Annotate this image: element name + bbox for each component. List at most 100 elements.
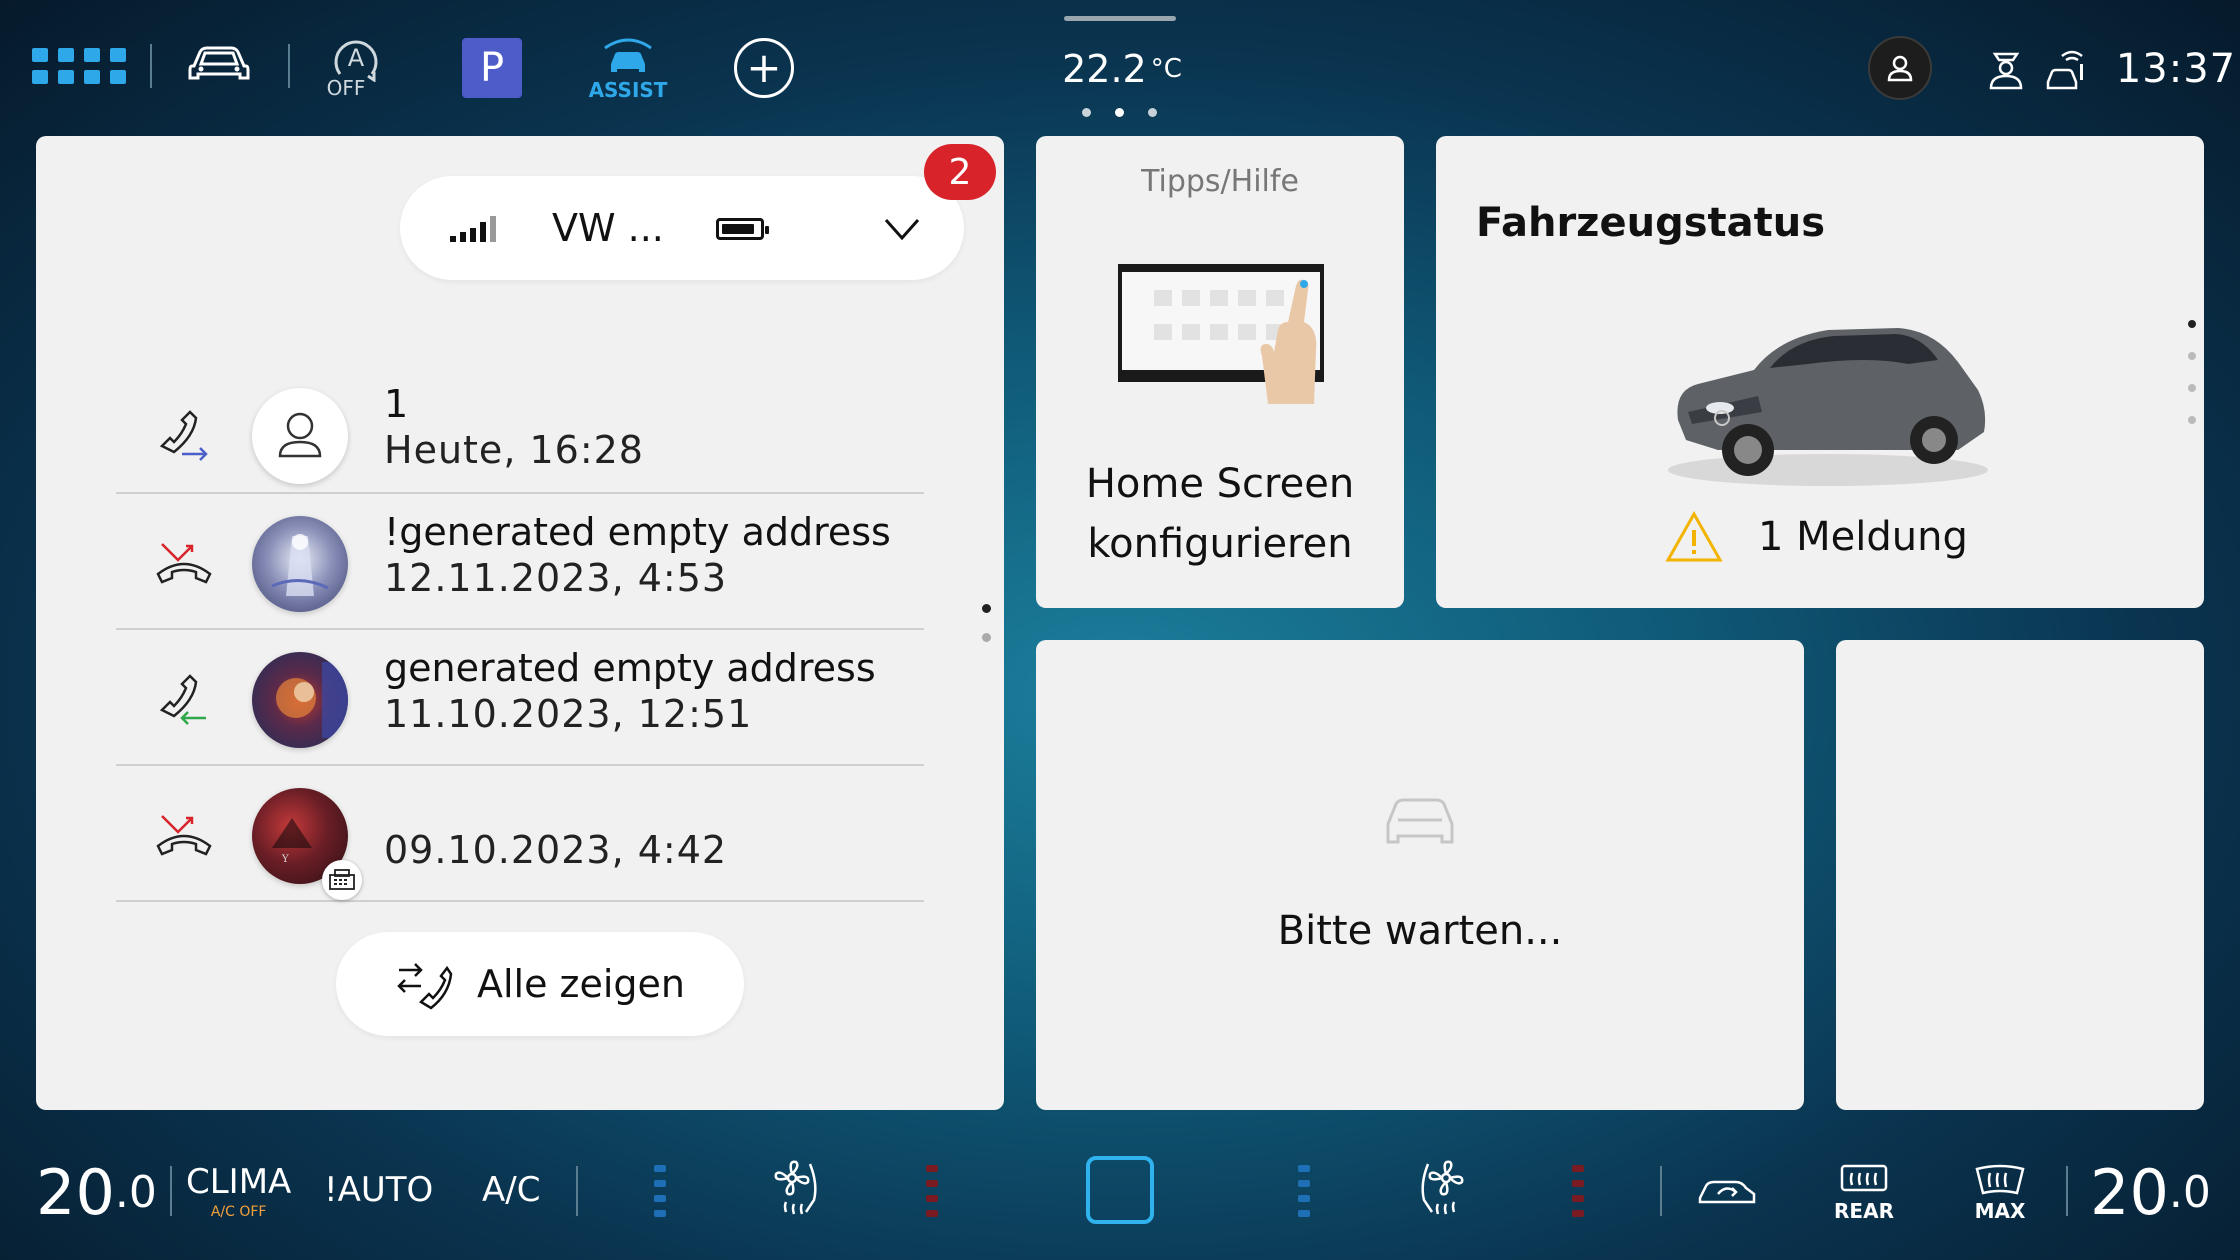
tips-widget[interactable]: Tipps/Hilfe Home Screen konfigurieren: [1036, 136, 1404, 608]
seat-heating-left[interactable]: [926, 1162, 938, 1220]
show-all-label: Alle zeigen: [476, 962, 686, 1006]
call-list-item[interactable]: Y 09.10.2023, 4:42: [116, 766, 924, 902]
tips-line1: Home Screen: [1085, 461, 1355, 507]
park-assist-button[interactable]: P: [462, 38, 522, 98]
rear-label: REAR: [1834, 1199, 1894, 1223]
call-history-icon: [397, 963, 453, 1010]
loading-text: Bitte warten...: [1277, 908, 1563, 954]
passenger-temp-value: 20: [2090, 1156, 2169, 1229]
page-dot: [1148, 108, 1157, 117]
passenger-temp-decimal: .0: [2168, 1167, 2211, 1218]
call-list: 1 Heute, 16:28 !generated empty address …: [116, 366, 924, 902]
assist-label: ASSIST: [588, 78, 668, 102]
empty-widget[interactable]: [1836, 640, 2204, 1110]
temperature-unit: °C: [1150, 54, 1182, 84]
seat-fan-left-icon[interactable]: [770, 1156, 826, 1220]
temperature-value: 22.2: [1062, 47, 1147, 91]
max-defrost-button[interactable]: MAX: [1970, 1160, 2030, 1226]
divider: [150, 44, 152, 88]
avatar: [252, 516, 348, 612]
auto-hold-button[interactable]: A OFF: [320, 36, 392, 100]
seat-ventilation-left[interactable]: [654, 1162, 666, 1220]
driver-temp-decimal: .0: [114, 1167, 157, 1218]
loading-widget: Bitte warten...: [1036, 640, 1804, 1110]
tips-text: Home Screen konfigurieren: [1036, 454, 1404, 574]
seat-fan-right-icon[interactable]: [1412, 1156, 1468, 1220]
seat-heating-right[interactable]: [1572, 1162, 1584, 1220]
clima-label: CLIMA: [186, 1162, 292, 1202]
signal-strength-icon: [450, 214, 496, 242]
tablet-touch-icon: [1118, 264, 1324, 404]
user-icon: [278, 412, 322, 458]
auto-hold-label: OFF: [326, 76, 366, 100]
vehicle-status-widget[interactable]: Fahrzeugstatus 1 Meldung: [1436, 136, 2204, 608]
call-time: 09.10.2023, 4:42: [384, 828, 728, 872]
tips-line2: konfigurieren: [1087, 521, 1353, 567]
clock: 13:37: [2115, 46, 2237, 92]
call-contact-name: 1: [384, 382, 409, 426]
auto-button[interactable]: !AUTO: [324, 1170, 433, 1210]
fax-icon: [322, 860, 362, 900]
driver-temp-value: 20: [36, 1156, 115, 1229]
status-page-indicator: [2188, 320, 2196, 424]
apps-menu-icon[interactable]: [32, 48, 126, 84]
album-art-image: [271, 534, 329, 596]
outside-temperature: 22.2 °C: [1060, 44, 1184, 94]
divider: [288, 44, 290, 88]
add-shortcut-button[interactable]: +: [734, 38, 794, 98]
phone-device-selector[interactable]: VW ...: [400, 176, 964, 280]
call-list-item[interactable]: 1 Heute, 16:28: [116, 366, 924, 494]
scroll-indicator: [982, 604, 991, 642]
connected-car-icon[interactable]: [2044, 44, 2088, 92]
windshield-defrost-icon: [1975, 1164, 2025, 1195]
ac-button[interactable]: A/C: [482, 1170, 540, 1210]
call-contact-name: generated empty address: [384, 646, 876, 690]
chevron-down-icon[interactable]: [880, 206, 924, 250]
status-message-text: 1 Meldung: [1758, 514, 1968, 560]
notification-badge: 2: [924, 144, 996, 200]
page-dot: [1082, 108, 1091, 117]
show-all-calls-button[interactable]: Alle zeigen: [336, 932, 744, 1036]
user-icon: [1887, 55, 1913, 82]
missed-call-icon: [156, 815, 212, 856]
ac-off-label: A/C OFF: [210, 1204, 267, 1220]
clima-button[interactable]: CLIMA A/C OFF: [186, 1162, 291, 1220]
album-art-image: [276, 662, 348, 738]
user-profile-button[interactable]: [1868, 36, 1932, 100]
vehicle-icon[interactable]: [186, 42, 252, 86]
outgoing-call-icon: [159, 410, 208, 461]
status-message: 1 Meldung: [1664, 510, 1968, 564]
call-time: Heute, 16:28: [384, 428, 644, 472]
driver-assist-button[interactable]: ASSIST: [589, 38, 667, 102]
divider: [1660, 1166, 1662, 1216]
avatar: [252, 652, 348, 748]
call-list-item[interactable]: generated empty address 11.10.2023, 12:5…: [116, 630, 924, 766]
top-bar: A OFF P ASSIST + 22.2 °C 13:37: [0, 0, 2240, 130]
rear-defrost-icon: [1840, 1164, 1888, 1192]
phone-widget: VW ... 2 1 Heute, 16:28 !generated empty…: [36, 136, 1004, 1110]
incoming-call-icon: [159, 674, 206, 725]
guest-mode-icon[interactable]: [1986, 44, 2026, 92]
warning-icon: [1665, 510, 1723, 562]
call-time: 12.11.2023, 4:53: [384, 556, 728, 600]
max-label: MAX: [1974, 1199, 2026, 1223]
call-list-item[interactable]: !generated empty address 12.11.2023, 4:5…: [116, 494, 924, 630]
svg-text:A: A: [348, 44, 365, 72]
divider: [2066, 1166, 2068, 1216]
passenger-temperature[interactable]: 20.0: [2090, 1156, 2211, 1229]
call-time: 11.10.2023, 12:51: [384, 692, 753, 736]
seat-ventilation-right[interactable]: [1298, 1162, 1310, 1220]
vehicle-image: [1668, 328, 1988, 486]
tips-title: Tipps/Hilfe: [1141, 164, 1299, 199]
driver-temperature[interactable]: 20.0: [36, 1156, 157, 1229]
call-contact-name: !generated empty address: [384, 510, 891, 554]
rear-defrost-button[interactable]: REAR: [1834, 1160, 1894, 1226]
air-recirculation-icon[interactable]: [1696, 1170, 1758, 1210]
phone-device-name: VW ...: [552, 206, 664, 250]
divider: [576, 1166, 578, 1216]
svg-text:Y: Y: [281, 854, 289, 865]
battery-icon: [716, 218, 769, 240]
missed-call-icon: [156, 543, 212, 584]
climate-bar: 20.0 CLIMA A/C OFF !AUTO A/C REAR MAX 20…: [0, 1130, 2240, 1260]
climate-menu-button[interactable]: [1086, 1156, 1154, 1224]
